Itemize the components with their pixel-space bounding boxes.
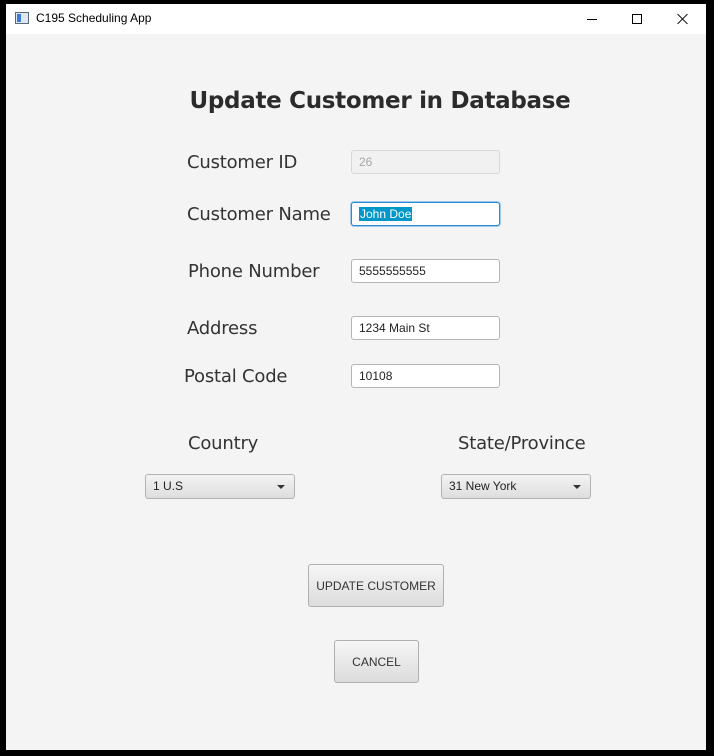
update-customer-button-label: UPDATE CUSTOMER [316, 578, 436, 593]
country-select[interactable]: 1 U.S [145, 474, 295, 499]
app-icon [15, 12, 29, 24]
minimize-icon [587, 18, 597, 20]
customer-id-field [351, 150, 500, 174]
state-province-select-value: 31 New York [449, 479, 517, 493]
page-title: Update Customer in Database [189, 88, 571, 114]
close-button[interactable] [660, 4, 706, 34]
customer-id-label: Customer ID [187, 152, 298, 173]
customer-name-field[interactable]: John Doe [351, 202, 500, 226]
update-customer-button[interactable]: UPDATE CUSTOMER [308, 564, 444, 607]
maximize-icon [632, 14, 642, 24]
customer-name-value: John Doe [359, 207, 413, 221]
postal-code-field[interactable] [351, 364, 500, 388]
title-bar[interactable]: C195 Scheduling App [6, 4, 706, 34]
cancel-button-label: CANCEL [352, 654, 401, 669]
country-select-value: 1 U.S [153, 479, 184, 493]
minimize-button[interactable] [569, 4, 615, 34]
chevron-down-icon [573, 485, 581, 489]
window-title: C195 Scheduling App [36, 11, 152, 25]
customer-name-label: Customer Name [187, 204, 331, 225]
cancel-button[interactable]: CANCEL [334, 640, 419, 683]
maximize-button[interactable] [614, 4, 660, 34]
phone-number-field[interactable] [351, 259, 500, 283]
chevron-down-icon [277, 485, 285, 489]
postal-code-label: Postal Code [184, 366, 288, 387]
state-province-label: State/Province [458, 433, 586, 454]
phone-number-label: Phone Number [188, 261, 320, 282]
close-icon [677, 13, 689, 25]
app-window: C195 Scheduling App Update Customer in D… [6, 4, 706, 750]
state-province-select[interactable]: 31 New York [441, 474, 591, 499]
address-field[interactable] [351, 316, 500, 340]
address-label: Address [187, 318, 258, 339]
country-label: Country [188, 433, 259, 454]
